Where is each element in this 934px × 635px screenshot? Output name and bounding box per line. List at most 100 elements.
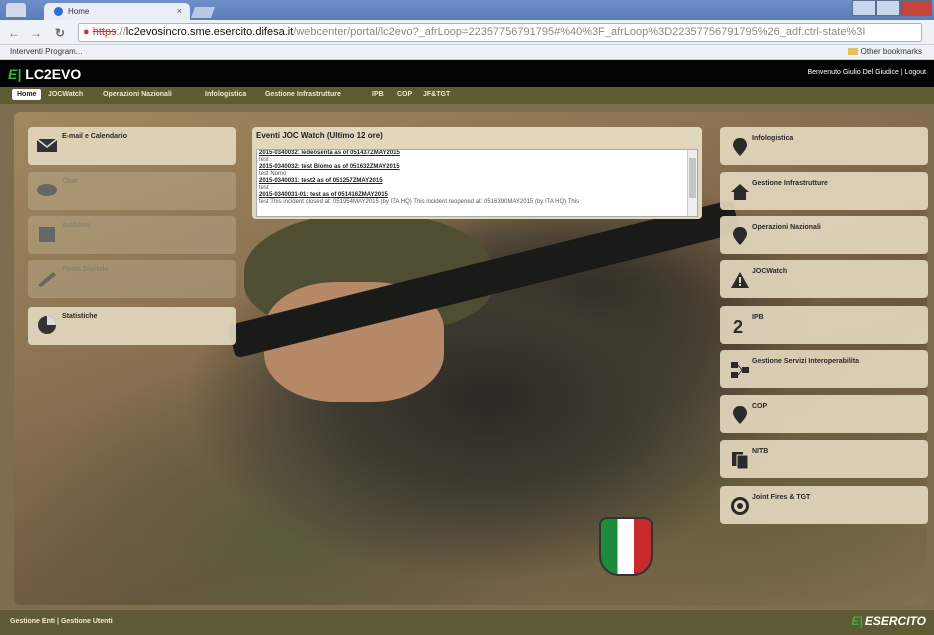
panel-nitb-label: NITB — [752, 448, 769, 455]
numeral-2-icon: 2 — [733, 317, 743, 336]
app-nav: Home JOCWatch Operazioni Nazionali Infol… — [0, 87, 934, 104]
events-scrollbar[interactable] — [687, 150, 697, 216]
panel-cop[interactable]: COP — [720, 395, 928, 433]
panel-ipb[interactable]: 2 IPB — [720, 306, 928, 344]
address-host: lc2evosincro.sme.esercito.difesa.it — [125, 26, 294, 38]
warning-icon — [731, 272, 749, 288]
other-bookmarks[interactable]: Other bookmarks — [847, 47, 922, 56]
panel-statistics[interactable]: Statistiche — [28, 307, 236, 345]
documents-icon — [732, 452, 749, 470]
address-bar[interactable]: ● https://lc2evosincro.sme.esercito.dife… — [78, 23, 922, 42]
app-header: E| LC2EVO Benvenuto Giulio Del Giudice | … — [0, 60, 934, 87]
event-note: test This incident closed at: 051954MAY2… — [259, 199, 580, 205]
reload-icon[interactable]: ↻ — [55, 26, 65, 40]
event-item: 2015-0340031-01: test as of 051416ZMAY20… — [257, 192, 697, 206]
folder-icon — [847, 48, 858, 56]
app-logo[interactable]: E| LC2EVO — [8, 66, 81, 82]
nav-jocwatch[interactable]: JOCWatch — [48, 91, 83, 98]
tab-close-icon[interactable]: × — [177, 6, 182, 16]
envelope-icon — [36, 138, 58, 152]
event-link[interactable]: 2015-0340031-01: test as of 051416ZMAY20… — [259, 192, 388, 198]
event-link[interactable]: 2015-0340031: test2 as of 051257ZMAY2015 — [259, 178, 383, 184]
panel-infologistica-label: Infologistica — [752, 135, 794, 142]
esercito-mark-icon: E| — [851, 614, 863, 628]
esercito-logo: E| ESERCITO — [852, 614, 927, 628]
panel-gestione-servizi-label: Gestione Servizi Interoperabilita — [752, 358, 859, 365]
pen-icon — [38, 272, 56, 287]
panel-joint-fires-label: Joint Fires & TGT — [752, 494, 811, 501]
browser-tabstrip: Home × — [0, 0, 934, 20]
panel-statistics-label: Statistiche — [62, 313, 98, 320]
map-pin-icon — [733, 406, 747, 424]
close-window-button[interactable] — [899, 0, 932, 16]
panel-operazioni-nazionali[interactable]: Operazioni Nazionali — [720, 216, 928, 254]
map-pin-icon — [733, 227, 747, 245]
logo-mark-icon: E| — [8, 66, 22, 82]
tab-title: Home — [68, 7, 90, 16]
event-item: 2015-0340032: test Blomo as of 051632ZMA… — [257, 164, 697, 178]
event-link[interactable]: 2015-0340032: ledeosenta as of 051437ZMA… — [259, 150, 400, 156]
nav-jftgt[interactable]: JF&TGT — [423, 91, 450, 98]
event-item: 2015-0340032: ledeosenta as of 051437ZMA… — [257, 150, 697, 164]
window-controls — [852, 0, 932, 16]
address-path: /webcenter/portal/lc2evo?_afrLoop=223577… — [293, 26, 866, 38]
event-note: test — [259, 157, 269, 163]
event-item: 2015-0340031: test2 as of 051257ZMAY2015… — [257, 178, 697, 192]
address-scheme-sep: :// — [116, 26, 126, 38]
scrollbar-thumb[interactable] — [689, 158, 696, 198]
italian-flag-patch — [599, 517, 653, 576]
insecure-lock-icon: ● — [83, 26, 90, 38]
nav-gestione-infrastrutture[interactable]: Gestione Infrastrutture — [265, 91, 341, 98]
panel-gestione-servizi[interactable]: Gestione Servizi Interoperabilita — [720, 350, 928, 388]
app-footer: Gestione Enti | Gestione Utenti E| ESERCI… — [0, 610, 934, 635]
panel-archive-label: Archivio — [62, 222, 91, 229]
target-icon — [731, 497, 749, 515]
browser-toolbar: ← → ↻ ● https://lc2evosincro.sme.esercit… — [0, 20, 934, 45]
event-note: test — [259, 185, 269, 191]
panel-infologistica[interactable]: Infologistica — [720, 127, 928, 165]
panel-email[interactable]: E-mail e Calendario — [28, 127, 236, 165]
panel-jocwatch[interactable]: JOCWatch — [720, 260, 928, 298]
nav-ipb[interactable]: IPB — [372, 91, 384, 98]
forward-arrow-icon[interactable]: → — [30, 26, 42, 40]
bookmark-item[interactable]: Interventi Program... — [10, 47, 82, 56]
window-menu-icon[interactable] — [6, 3, 26, 17]
favicon-icon — [54, 7, 63, 16]
nav-operazioni-nazionali[interactable]: Operazioni Nazionali — [103, 91, 172, 98]
panel-operazioni-nazionali-label: Operazioni Nazionali — [752, 224, 821, 231]
map-pin-icon — [733, 138, 747, 156]
event-link[interactable]: 2015-0340032: test Blomo as of 051632ZMA… — [259, 164, 400, 170]
panel-nitb[interactable]: NITB — [720, 440, 928, 478]
events-list: 2015-0340032: ledeosenta as of 051437ZMA… — [256, 149, 698, 217]
panel-chat[interactable]: Chat — [28, 172, 236, 210]
events-title: Eventi JOC Watch (Ultimo 12 ore) — [256, 131, 383, 140]
panel-signature[interactable]: Firma Digitale — [28, 260, 236, 298]
panel-gestione-infrastrutture-label: Gestione Infrastrutture — [752, 180, 828, 187]
panel-jocwatch-label: JOCWatch — [752, 268, 788, 275]
maximize-button[interactable] — [875, 0, 900, 16]
panel-archive[interactable]: Archivio — [28, 216, 236, 254]
network-icon — [731, 362, 749, 378]
nav-cop[interactable]: COP — [397, 91, 412, 98]
panel-email-label: E-mail e Calendario — [62, 133, 127, 140]
minimize-button[interactable] — [852, 0, 876, 16]
new-tab-button[interactable] — [190, 7, 216, 18]
nav-infologistica[interactable]: Infologistica — [205, 91, 246, 98]
panel-gestione-infrastrutture[interactable]: Gestione Infrastrutture — [720, 172, 928, 210]
back-arrow-icon[interactable]: ← — [8, 26, 20, 40]
logo-text: LC2EVO — [25, 66, 82, 82]
welcome-text[interactable]: Benvenuto Giulio Del Giudice | Logout — [807, 69, 926, 76]
nav-home[interactable]: Home — [12, 89, 42, 100]
archive-icon — [39, 227, 55, 242]
panel-chat-label: Chat — [62, 178, 78, 185]
svg-text:2: 2 — [733, 317, 743, 336]
house-icon — [731, 184, 749, 200]
browser-tab-home[interactable]: Home × — [44, 3, 190, 20]
panel-cop-label: COP — [752, 403, 768, 410]
panel-joint-fires[interactable]: Joint Fires & TGT — [720, 486, 928, 524]
footer-links[interactable]: Gestione Enti | Gestione Utenti — [10, 618, 113, 625]
panel-signature-label: Firma Digitale — [62, 266, 109, 273]
panel-ipb-label: IPB — [752, 314, 764, 321]
esercito-text: ESERCITO — [864, 614, 926, 628]
events-panel: Eventi JOC Watch (Ultimo 12 ore) 2015-03… — [252, 127, 702, 219]
